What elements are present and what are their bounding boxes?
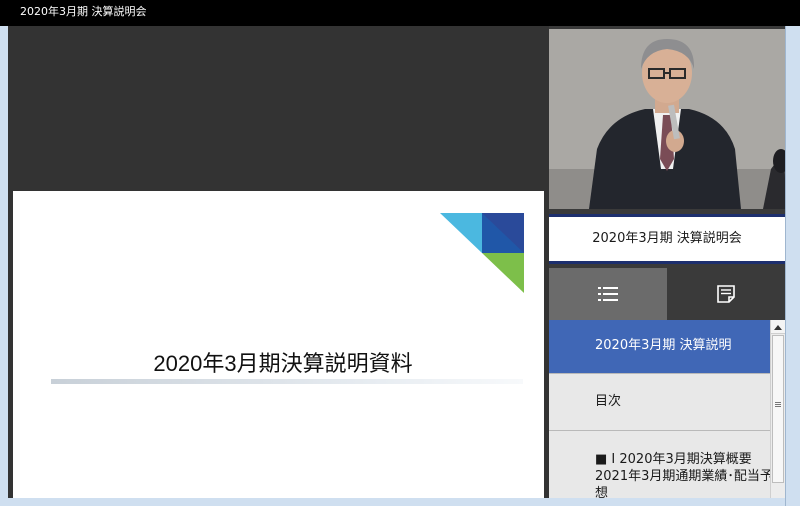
event-banner-text: 2020年3月期 決算説明会: [592, 231, 742, 246]
chapter-item-line: 想: [595, 486, 609, 498]
scroll-up-button[interactable]: [771, 320, 785, 334]
presenter-image: [549, 29, 785, 209]
tab-chapter-list[interactable]: [549, 268, 667, 320]
chapter-item[interactable]: 2020年3月期 決算説明: [549, 320, 770, 374]
tab-notes[interactable]: [667, 268, 785, 320]
chapter-item[interactable]: ■ I 2020年3月期決算概要 2021年3月期通期業績･配当予 想: [549, 431, 773, 498]
arrow-up-icon: [774, 325, 782, 330]
window-border: [785, 26, 800, 506]
side-panel: 2020年3月期 決算説明会 2020年3月期 決算説明 目次 ■ I 2020…: [549, 26, 785, 498]
window-title: 2020年3月期 決算説明会: [20, 5, 147, 18]
slide-title: 2020年3月期決算説明資料: [153, 351, 413, 376]
grip-icon: [775, 402, 781, 408]
player-area: 2020年3月期決算説明資料 2020年3月期 決算説明会 2020年3月期 決…: [8, 26, 785, 498]
presentation-slide[interactable]: 2020年3月期決算説明資料: [13, 191, 544, 498]
chapter-scrollbar[interactable]: [770, 320, 785, 498]
scroll-thumb[interactable]: [772, 335, 784, 483]
app-window: 2020年3月期 決算説明会 2020年3月期決算説明資料 2020年3月期 決…: [0, 0, 800, 506]
chapter-item-line: ■ I 2020年3月期決算概要: [595, 452, 752, 467]
chapter-item-line: 2021年3月期通期業績･配当予: [595, 469, 773, 484]
company-logo-icon: [440, 213, 524, 293]
list-icon: [598, 287, 618, 301]
presenter-video[interactable]: [549, 29, 785, 209]
notes-icon: [717, 285, 735, 303]
slide-viewer: 2020年3月期決算説明資料: [8, 26, 548, 498]
slide-divider: [51, 379, 523, 384]
event-banner: 2020年3月期 決算説明会: [549, 214, 785, 264]
title-bar: 2020年3月期 決算説明会: [0, 0, 800, 26]
chapter-list: 2020年3月期 決算説明 目次 ■ I 2020年3月期決算概要 2021年3…: [549, 320, 785, 498]
panel-tabs: [549, 268, 785, 320]
chapter-item[interactable]: 目次: [549, 374, 770, 431]
